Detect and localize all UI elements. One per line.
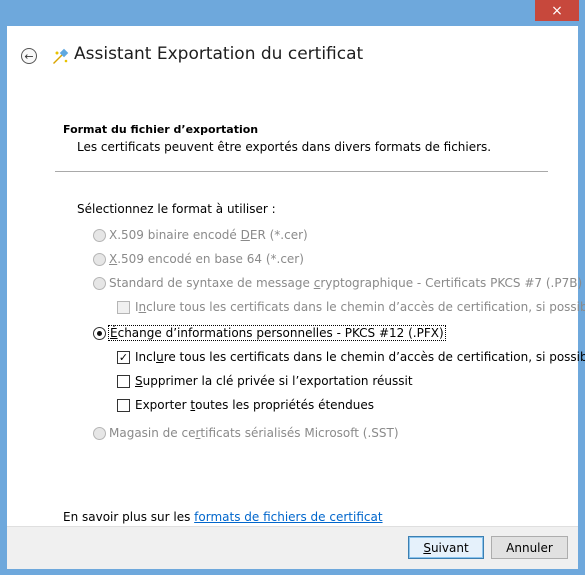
dialog-body: ← Assistant Exportation du certificat Fo… [7,26,585,569]
section-description: Les certificats peuvent être exportés da… [77,140,492,154]
radio-sst[interactable]: Magasin de certificats sérialisés Micros… [93,426,399,440]
back-arrow-icon: ← [24,49,34,63]
radio-pkcs7-button[interactable] [93,276,106,290]
checkbox-pkcs7-include[interactable]: Inclure tous les certificats dans le che… [117,300,585,314]
checkbox-pkcs7-include-box[interactable] [117,300,130,314]
checkbox-export-props[interactable]: Exporter toutes les propriétés étendues [117,398,374,412]
radio-base64[interactable]: X.509 encodé en base 64 (*.cer) [93,252,304,266]
checkbox-pkcs7-include-label: Inclure tous les certificats dans le che… [135,300,585,314]
back-button[interactable]: ← [21,48,37,64]
wizard-header: ← Assistant Exportation du certificat [7,26,578,86]
radio-sst-label: Magasin de certificats sérialisés Micros… [109,426,399,440]
checkbox-pfx-include-box[interactable]: ✓ [117,350,130,364]
radio-pfx-button[interactable] [93,326,106,340]
cancel-button[interactable]: Annuler [491,536,568,559]
radio-pfx-label: Échange d’informations personnelles - PK… [108,325,446,341]
checkbox-export-props-box[interactable] [117,398,130,412]
radio-pkcs7-label: Standard de syntaxe de message cryptogra… [109,276,583,290]
section-title: Format du fichier d’exportation [63,123,259,136]
wizard-title: Assistant Exportation du certificat [74,44,364,64]
checkbox-delete-key-label: Supprimer la clé privée si l’exportation… [135,374,413,388]
title-bar: × [0,0,585,26]
next-button[interactable]: Suivant [408,536,484,559]
next-button-label: Suivant [423,540,469,555]
close-button[interactable]: × [535,0,579,21]
radio-pkcs7[interactable]: Standard de syntaxe de message cryptogra… [93,276,582,290]
certificate-wizard-icon [53,48,69,64]
radio-der-label: X.509 binaire encodé DER (*.cer) [109,228,308,242]
radio-pfx[interactable]: Échange d’informations personnelles - PK… [93,325,446,341]
radio-sst-button[interactable] [93,426,106,440]
radio-base64-label: X.509 encodé en base 64 (*.cer) [109,252,304,266]
checkbox-export-props-label: Exporter toutes les propriétés étendues [135,398,375,412]
checkbox-pfx-include-label: Inclure tous les certificats dans le che… [135,350,585,364]
separator [55,171,548,172]
close-icon: × [551,2,563,19]
checkbox-delete-key[interactable]: Supprimer la clé privée si l’exportation… [117,374,413,388]
radio-der[interactable]: X.509 binaire encodé DER (*.cer) [93,228,308,242]
dialog-window: × ← Assistant Exportation du certificat … [0,0,585,575]
wizard-content: Format du fichier d’exportation Les cert… [7,86,585,524]
button-bar: Suivant Annuler [7,526,578,569]
checkbox-pfx-include[interactable]: ✓ Inclure tous les certificats dans le c… [117,350,585,364]
format-prompt: Sélectionnez le format à utiliser : [77,202,276,216]
radio-der-button[interactable] [93,228,106,242]
learn-more-link[interactable]: formats de fichiers de certificat [194,510,382,524]
radio-base64-button[interactable] [93,252,106,266]
checkbox-delete-key-box[interactable] [117,374,130,388]
learn-more-text: En savoir plus sur les formats de fichie… [63,510,383,524]
